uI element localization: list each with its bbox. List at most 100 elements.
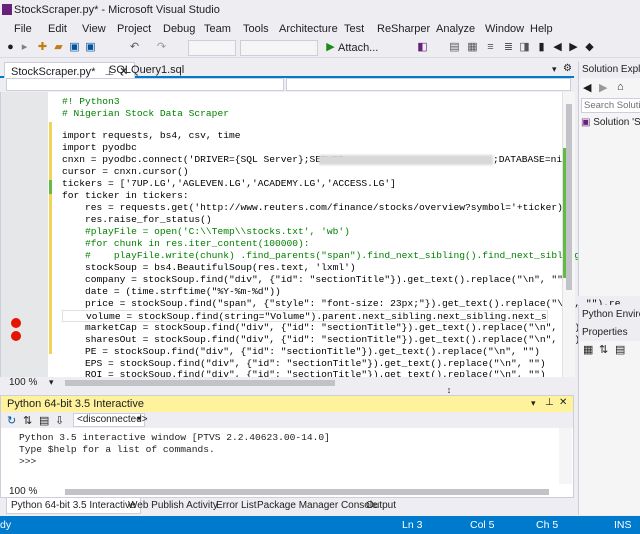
solution-search-input[interactable]: Search Solution	[581, 98, 640, 113]
menu-help[interactable]: Help	[530, 23, 553, 35]
properties-panel: Properties ▦ ⇅ ▤	[578, 325, 640, 515]
toolbar-icon-e[interactable]: ≣	[502, 41, 515, 54]
interactive-hscroll-thumb[interactable]	[65, 489, 549, 495]
solution-item-label: Solution 'Sto	[593, 117, 640, 128]
menu-test[interactable]: Test	[344, 23, 364, 35]
new-project-icon[interactable]: ✚	[36, 41, 49, 54]
tab-web-publish[interactable]: Web Publish Activity	[124, 498, 222, 514]
clear-bookmarks-icon[interactable]: ◆	[583, 41, 596, 54]
pin-icon[interactable]: ⊥	[545, 397, 554, 408]
interrupt-icon[interactable]: ⇅	[23, 414, 32, 427]
code-line: import requests, bs4, csv, time	[62, 130, 241, 141]
solution-explorer-title[interactable]: Solution Explor	[579, 62, 640, 78]
play-icon[interactable]: ▶	[324, 41, 337, 54]
menu-edit[interactable]: Edit	[48, 23, 67, 35]
status-text: dy	[0, 519, 12, 531]
zoom-dropdown-icon[interactable]: ▾	[49, 377, 54, 388]
properties-title[interactable]: Properties	[579, 325, 640, 341]
scope-combo[interactable]: <disconnected> ▾	[73, 413, 148, 427]
nav-member-combo[interactable]	[286, 78, 571, 91]
tab-python-interactive[interactable]: Python 64-bit 3.5 Interactive	[6, 498, 141, 514]
tab-overflow-icon[interactable]: ▾	[552, 64, 557, 75]
code-line: cursor = cnxn.cursor()	[62, 166, 189, 177]
menu-analyze[interactable]: Analyze	[436, 23, 475, 35]
splitter-handle[interactable]: ↕	[445, 385, 453, 395]
bookmark-next-icon[interactable]: ▶	[567, 41, 580, 54]
tab-output[interactable]: Output	[362, 498, 400, 514]
interactive-title: Python 64-bit 3.5 Interactive	[7, 398, 144, 410]
scrollbar-thumb[interactable]	[566, 104, 572, 290]
interactive-vertical-scrollbar[interactable]	[559, 428, 572, 484]
alphabetical-icon[interactable]: ⇅	[599, 343, 608, 356]
home-icon[interactable]: ⌂	[617, 81, 624, 93]
toolbar-icon-a[interactable]: ◧	[416, 41, 429, 54]
python-environments-title[interactable]: Python Environ	[579, 307, 640, 323]
code-line-suffix: ;DATABASE=nig	[493, 154, 568, 165]
zoom-level[interactable]: 100 %	[9, 377, 37, 388]
menu-resharper[interactable]: ReSharper	[377, 23, 430, 35]
open-file-icon[interactable]: ▰	[52, 41, 65, 54]
search-placeholder: Search Solution	[584, 100, 640, 111]
interactive-window-header[interactable]: Python 64-bit 3.5 Interactive ▾ ⊥ ✕	[1, 396, 573, 412]
back-icon[interactable]: ◀	[583, 81, 591, 94]
forward-icon[interactable]: ▶	[599, 81, 607, 94]
menu-project[interactable]: Project	[117, 23, 151, 35]
editor-vertical-scrollbar[interactable]	[562, 92, 575, 377]
interactive-prompt[interactable]: >>>	[19, 456, 36, 467]
back-icon[interactable]: ●	[4, 41, 17, 54]
code-line: res.raise_for_status()	[62, 214, 212, 225]
solution-tree-item[interactable]: ▣ Solution 'Sto	[581, 117, 640, 131]
property-pages-icon[interactable]: ▤	[615, 343, 625, 356]
history-icon[interactable]: ⇩	[55, 414, 64, 427]
nav-scope-combo[interactable]	[6, 78, 284, 91]
breakpoint-icon[interactable]	[11, 318, 21, 328]
attach-button[interactable]: Attach...	[338, 42, 378, 54]
categorized-icon[interactable]: ▦	[583, 343, 593, 356]
code-line: sharesOut = stockSoup.find("div", {"id":…	[62, 334, 581, 345]
solution-explorer: Solution Explor ◀ ▶ ⌂ Search Solution ▣ …	[578, 62, 640, 296]
tab-label: StockScraper.py*	[11, 66, 96, 78]
toolbar-icon-c[interactable]: ▦	[466, 41, 479, 54]
horizontal-scrollbar-thumb[interactable]	[65, 380, 335, 386]
breakpoint-icon[interactable]	[11, 331, 21, 341]
tab-sqlquery1[interactable]: SQLQuery1.sql	[103, 62, 190, 78]
toolbar-icon-d[interactable]: ≡	[484, 41, 497, 54]
menu-window[interactable]: Window	[485, 23, 524, 35]
close-icon[interactable]: ✕	[559, 397, 567, 408]
reset-icon[interactable]: ↻	[7, 414, 16, 427]
bookmark-icon[interactable]: ▮	[535, 41, 548, 54]
editor-gutter[interactable]	[1, 92, 48, 377]
interactive-window: Python 64-bit 3.5 Interactive ▾ ⊥ ✕ ↻ ⇅ …	[0, 395, 574, 498]
bottom-tool-tabs: Python 64-bit 3.5 Interactive Web Publis…	[0, 498, 574, 514]
interactive-zoom[interactable]: 100 %	[9, 486, 37, 497]
menu-team[interactable]: Team	[204, 23, 231, 35]
solution-platform-combo[interactable]	[240, 40, 318, 56]
interactive-output-line: Python 3.5 interactive window [PTVS 2.2.…	[19, 432, 330, 443]
undo-icon[interactable]: ↶	[128, 41, 141, 54]
solution-config-combo[interactable]	[188, 40, 236, 56]
menu-architecture[interactable]: Architecture	[279, 23, 338, 35]
redacted-server-name	[319, 155, 493, 165]
code-editor[interactable]: #! Python3 # Nigerian Stock Data Scraper…	[0, 92, 620, 388]
status-bar: dy Ln 3 Col 5 Ch 5 INS	[0, 516, 640, 534]
redo-icon[interactable]: ↷	[155, 41, 168, 54]
settings-icon[interactable]: ⚙	[563, 63, 572, 74]
chevron-down-icon: ▾	[136, 414, 141, 423]
save-all-icon[interactable]: ▣	[84, 41, 97, 54]
window-title: StockScraper.py* - Microsoft Visual Stud…	[14, 4, 220, 16]
forward-icon[interactable]: ▸	[18, 41, 31, 54]
menu-view[interactable]: View	[82, 23, 106, 35]
save-icon[interactable]: ▣	[68, 41, 81, 54]
window-menu-icon[interactable]: ▾	[531, 398, 536, 409]
code-line: # playFile.write(chunk) .find_parents("s…	[62, 250, 621, 261]
bookmark-prev-icon[interactable]: ◀	[551, 41, 564, 54]
code-line: volume = stockSoup.find(string="Volume")…	[62, 310, 548, 322]
code-line: for ticker in tickers:	[62, 190, 189, 201]
clear-icon[interactable]: ▤	[39, 414, 49, 427]
menu-tools[interactable]: Tools	[243, 23, 269, 35]
menu-file[interactable]: File	[14, 23, 32, 35]
solution-toolbar: ◀ ▶ ⌂	[579, 80, 640, 96]
toolbar-icon-f[interactable]: ◨	[518, 41, 531, 54]
toolbar-icon-b[interactable]: ▤	[448, 41, 461, 54]
menu-debug[interactable]: Debug	[163, 23, 195, 35]
